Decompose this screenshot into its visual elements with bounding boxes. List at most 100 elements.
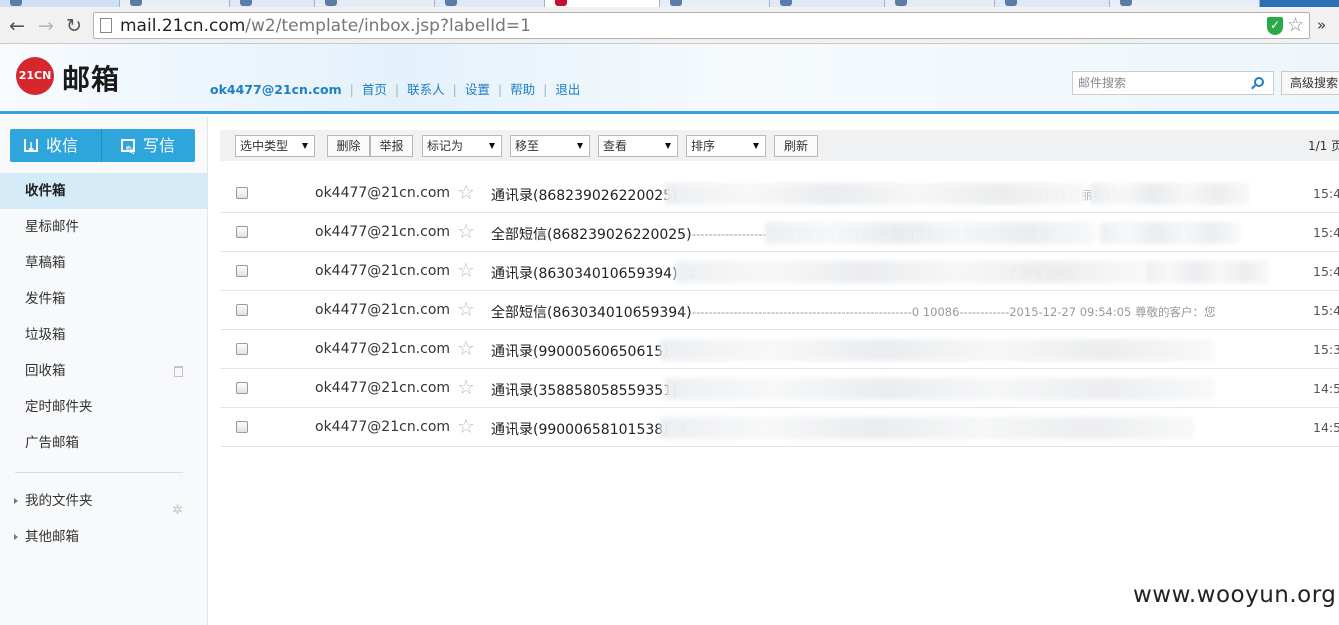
folder-inbox[interactable]: 收件箱 (0, 173, 207, 209)
url-text[interactable]: mail.21cn.com/w2/template/inbox.jsp?labe… (120, 16, 531, 36)
forward-arrow-icon[interactable]: → (35, 15, 57, 37)
receive-button[interactable]: 收信 (10, 129, 102, 164)
mail-row[interactable]: ok4477@21cn.com ☆ 全部短信(868239026220025) - -… (220, 213, 1339, 252)
address-bar[interactable]: mail.21cn.com/w2/template/inbox.jsp?labe… (93, 12, 1310, 39)
nav-link-logout[interactable]: 退出 (555, 82, 580, 97)
folder-recycle[interactable]: 回收箱 (0, 353, 207, 389)
mail-subject[interactable]: 通讯录(99000658101538) (491, 419, 669, 439)
redaction-blur (765, 222, 1095, 244)
report-button[interactable]: 举报 (370, 135, 413, 157)
page-indicator: 1/1 页 (1308, 139, 1339, 153)
browser-tab[interactable] (1110, 0, 1260, 7)
mail-subject[interactable]: 全部短信(863034010659394) (491, 302, 692, 322)
mail-subject[interactable]: 通讯录(99000560650615) (491, 341, 669, 361)
mark-as-dropdown[interactable]: 标记为 (422, 135, 502, 157)
folder-scheduled[interactable]: 定时邮件夹 (0, 389, 207, 425)
nav-link-help[interactable]: 帮助 (510, 82, 535, 97)
folder-starred[interactable]: 星标邮件 (0, 209, 207, 245)
bookmark-star-icon[interactable]: ☆ (1287, 14, 1304, 36)
mail-sender[interactable]: ok4477@21cn.com (315, 263, 450, 279)
browser-tab[interactable] (0, 0, 120, 7)
shield-icon[interactable]: ✓ (1267, 17, 1283, 35)
nav-link-contacts[interactable]: 联系人 (407, 82, 445, 97)
expand-triangle-icon[interactable] (14, 498, 18, 504)
mail-row[interactable]: ok4477@21cn.com☆通讯录(868239026220025)…………… (220, 174, 1339, 213)
delete-button[interactable]: 删除 (327, 135, 370, 157)
trash-icon[interactable] (174, 366, 183, 377)
star-icon[interactable]: ☆ (457, 299, 475, 319)
redaction-blur (660, 339, 1215, 361)
star-icon[interactable]: ☆ (457, 377, 475, 397)
star-icon[interactable]: ☆ (457, 221, 475, 241)
mail-row[interactable]: ok4477@21cn.com ☆ 通讯录(358858058559351) 14:5 (220, 369, 1339, 408)
browser-tab[interactable] (435, 0, 545, 7)
advanced-search-button[interactable]: 高级搜索 (1281, 71, 1339, 95)
tab-favicon-icon (445, 0, 457, 6)
folder-drafts[interactable]: 草稿箱 (0, 245, 207, 281)
mail-sender[interactable]: ok4477@21cn.com (315, 341, 450, 357)
nav-link-home[interactable]: 首页 (362, 82, 387, 97)
browser-tab[interactable] (120, 0, 230, 7)
folder-spam[interactable]: 垃圾箱 (0, 317, 207, 353)
browser-tab[interactable] (315, 0, 435, 7)
star-icon[interactable]: ☆ (457, 182, 475, 202)
mail-row[interactable]: ok4477@21cn.com ☆ 通讯录(99000560650615) 15:3 (220, 330, 1339, 369)
mail-subject[interactable]: 通讯录(868239026220025) (491, 185, 678, 205)
download-icon (24, 131, 38, 164)
mail-row[interactable]: ok4477@21cn.com ☆ 全部短信(863034010659394) - -… (220, 291, 1339, 330)
mail-row[interactable]: ok4477@21cn.com☆通讯录(863034010659394)- 1 … (220, 252, 1339, 291)
browser-tab[interactable] (230, 0, 315, 7)
logo-badge[interactable]: 21CN (16, 57, 54, 95)
sort-dropdown[interactable]: 排序 (686, 135, 766, 157)
my-folders-group[interactable]: 我的文件夹 ✲ (0, 483, 207, 519)
mail-preview: - --------------------------------------… (680, 305, 1215, 319)
star-icon[interactable]: ☆ (457, 260, 475, 280)
mail-sender[interactable]: ok4477@21cn.com (315, 224, 450, 240)
account-name[interactable]: ok4477@21cn.com (210, 82, 342, 97)
mail-checkbox[interactable] (236, 226, 248, 238)
mail-subject[interactable]: 全部短信(868239026220025) (491, 224, 692, 244)
mail-checkbox[interactable] (236, 343, 248, 355)
search-icon[interactable] (1254, 77, 1264, 87)
star-icon[interactable]: ☆ (457, 416, 475, 436)
browser-toolbar: ← → ↻ mail.21cn.com/w2/template/inbox.js… (0, 7, 1339, 44)
logo-text[interactable]: 邮箱 (62, 58, 120, 98)
mail-header: 21CN 邮箱 ok4477@21cn.com | 首页 | 联系人 | 设置 | 帮助 | 退出 … (0, 44, 1339, 114)
compose-button[interactable]: 写信 (103, 129, 195, 168)
back-arrow-icon[interactable]: ← (6, 15, 28, 37)
browser-tab[interactable] (995, 0, 1110, 7)
folder-ads[interactable]: 广告邮箱 (0, 425, 207, 461)
star-icon[interactable]: ☆ (457, 338, 475, 358)
redaction-blur (1145, 261, 1270, 283)
mail-subject[interactable]: 通讯录(358858058559351) (491, 380, 678, 400)
redaction-blur (665, 378, 1215, 400)
mail-subject[interactable]: 通讯录(863034010659394) (491, 263, 678, 283)
reload-icon[interactable]: ↻ (63, 15, 85, 37)
expand-triangle-icon[interactable] (14, 534, 18, 540)
mail-checkbox[interactable] (236, 304, 248, 316)
mail-sender[interactable]: ok4477@21cn.com (315, 185, 450, 201)
mail-checkbox[interactable] (236, 187, 248, 199)
folder-sent[interactable]: 发件箱 (0, 281, 207, 317)
top-nav: ok4477@21cn.com | 首页 | 联系人 | 设置 | 帮助 | 退出 (210, 82, 581, 97)
select-type-dropdown[interactable]: 选中类型 (235, 135, 315, 157)
mail-sender[interactable]: ok4477@21cn.com (315, 419, 450, 435)
view-dropdown[interactable]: 查看 (598, 135, 678, 157)
mail-sender[interactable]: ok4477@21cn.com (315, 380, 450, 396)
refresh-button[interactable]: 刷新 (774, 135, 818, 157)
mail-sender[interactable]: ok4477@21cn.com (315, 302, 450, 318)
more-button[interactable]: » (1317, 16, 1326, 34)
browser-tab[interactable] (545, 0, 660, 7)
browser-tab[interactable] (660, 0, 770, 7)
mail-search-input[interactable] (1078, 75, 1243, 91)
browser-tab[interactable] (885, 0, 995, 7)
nav-link-settings[interactable]: 设置 (465, 82, 490, 97)
other-mailboxes-group[interactable]: 其他邮箱 (0, 519, 207, 555)
mail-row[interactable]: ok4477@21cn.com☆通讯录(99000658101538)6...1… (220, 408, 1339, 447)
mail-checkbox[interactable] (236, 265, 248, 277)
browser-tab[interactable] (770, 0, 885, 7)
redaction-blur (665, 183, 1085, 205)
mail-checkbox[interactable] (236, 421, 248, 433)
mail-checkbox[interactable] (236, 382, 248, 394)
move-to-dropdown[interactable]: 移至 (510, 135, 590, 157)
